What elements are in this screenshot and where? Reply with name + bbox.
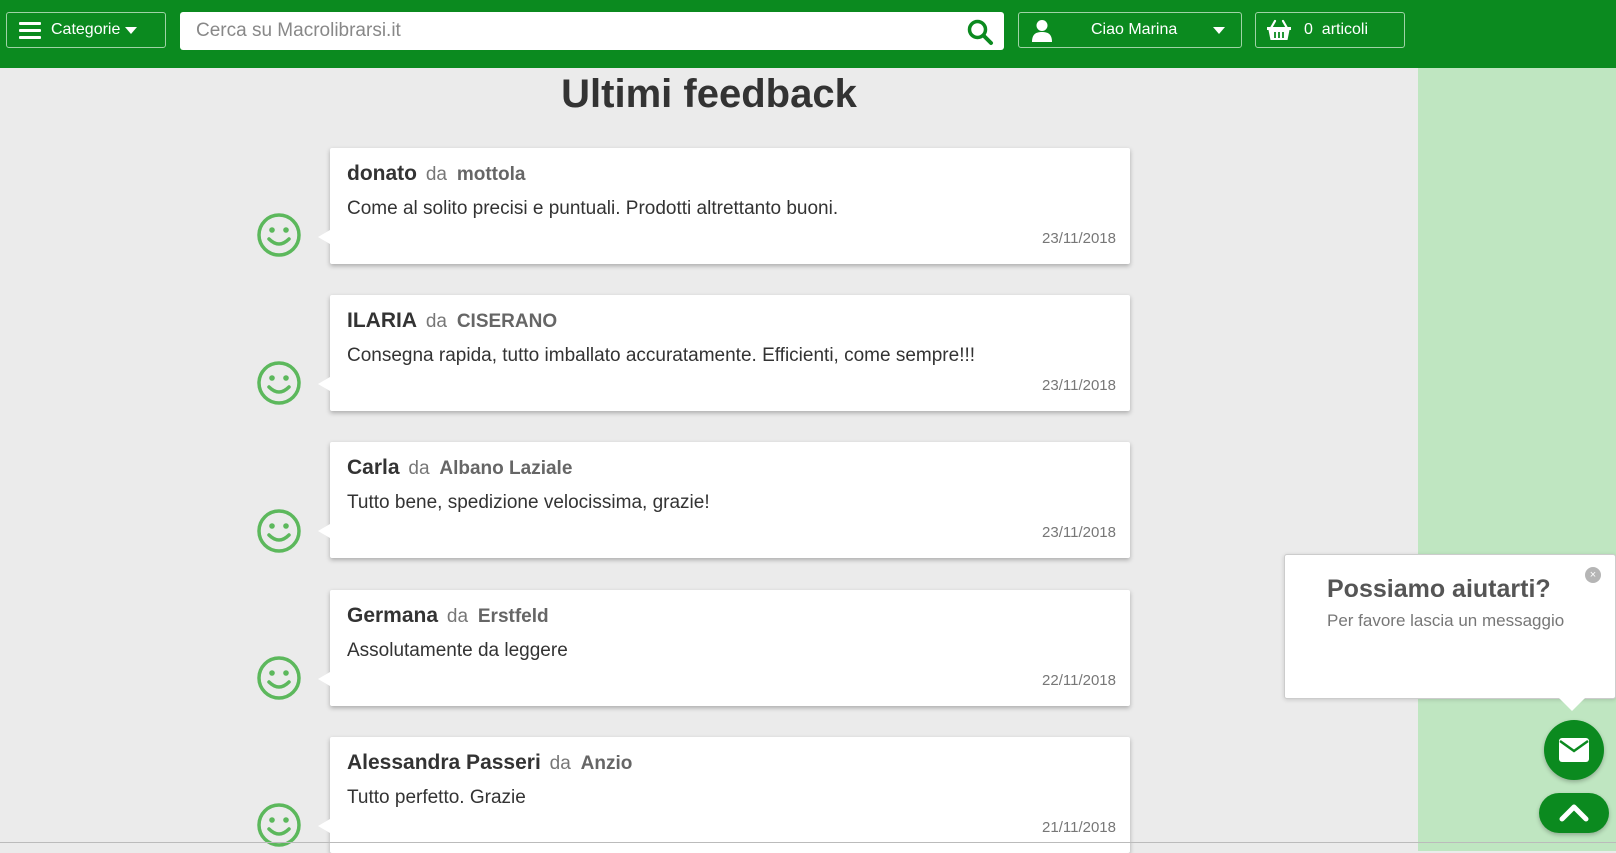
feedback-author: Carla [347, 456, 400, 479]
categories-label: Categorie [51, 21, 121, 38]
smiley-icon [256, 508, 302, 554]
scroll-top-button[interactable] [1539, 793, 1609, 833]
feedback-date: 23/11/2018 [1042, 230, 1116, 247]
cart-count: 0 articoli [1304, 21, 1369, 38]
chat-open-button[interactable] [1544, 720, 1604, 780]
chevron-up-icon [1559, 804, 1589, 822]
feedback-header: Carla da Albano Laziale [347, 456, 572, 480]
smiley-icon [256, 360, 302, 406]
feedback-city: Erstfeld [477, 606, 549, 627]
feedback-date: 23/11/2018 [1042, 524, 1116, 541]
feedback-card: donato da mottola Come al solito precisi… [318, 148, 1130, 264]
feedback-da: da [425, 311, 447, 332]
search-input[interactable] [180, 12, 940, 50]
feedback-da: da [446, 606, 469, 627]
header-bar: Categorie Ciao Marina [0, 0, 1616, 68]
page-title: Ultimi feedback [561, 72, 857, 116]
feedback-da: da [408, 458, 430, 479]
feedback-date: 23/11/2018 [1042, 377, 1116, 394]
feedback-text: Come al solito precisi e puntuali. Prodo… [347, 198, 839, 219]
chat-prompt[interactable]: × Possiamo aiutarti? Per favore lascia u… [1284, 554, 1616, 711]
page-bottom-border [0, 842, 1616, 843]
feedback-header: Germana da Erstfeld [347, 604, 549, 628]
feedback-text: Assolutamente da leggere [347, 640, 568, 661]
feedback-card: Alessandra Passeri da Anzio Tutto perfet… [318, 737, 1130, 853]
user-menu-button[interactable]: Ciao Marina [1018, 12, 1242, 48]
feedback-header: donato da mottola [347, 162, 525, 186]
categories-button[interactable]: Categorie [6, 12, 166, 48]
feedback-author: donato [347, 162, 417, 185]
chat-subtitle: Per favore lascia un messaggio [1327, 611, 1565, 630]
smiley-icon [256, 655, 302, 701]
feedback-header: ILARIA da CISERANO [347, 309, 557, 333]
feedback-da: da [549, 753, 571, 774]
feedback-da: da [425, 164, 447, 185]
caret-down-icon [1213, 27, 1225, 34]
feedback-card: Carla da Albano Laziale Tutto bene, sped… [318, 442, 1130, 558]
basket-icon [1266, 19, 1292, 46]
feedback-city: mottola [456, 164, 526, 185]
feedback-city: CISERANO [456, 311, 558, 332]
feedback-text: Tutto bene, spedizione velocissima, graz… [347, 492, 710, 513]
hamburger-icon [19, 21, 41, 39]
user-greeting: Ciao Marina [1091, 21, 1178, 38]
feedback-author: Germana [347, 604, 439, 627]
feedback-date: 21/11/2018 [1042, 819, 1116, 836]
feedback-text: Consegna rapida, tutto imballato accurat… [347, 345, 976, 366]
caret-down-icon [125, 26, 138, 34]
feedback-author: ILARIA [347, 309, 417, 332]
feedback-text: Tutto perfetto. Grazie [347, 787, 526, 808]
user-icon [1031, 19, 1053, 48]
close-icon[interactable]: × [1585, 567, 1601, 583]
feedback-card: ILARIA da CISERANO Consegna rapida, tutt… [318, 295, 1130, 411]
feedback-card: Germana da Erstfeld Assolutamente da leg… [318, 590, 1130, 706]
feedback-city: Albano Laziale [439, 458, 573, 479]
mail-icon [1559, 738, 1589, 762]
search-box [180, 12, 1004, 50]
search-icon[interactable] [966, 18, 994, 46]
feedback-header: Alessandra Passeri da Anzio [347, 751, 632, 775]
chat-title: Possiamo aiutarti? [1327, 575, 1551, 603]
feedback-date: 22/11/2018 [1042, 672, 1116, 689]
cart-button[interactable]: 0 articoli [1255, 12, 1405, 48]
smiley-icon [256, 212, 302, 258]
feedback-author: Alessandra Passeri [347, 751, 541, 774]
feedback-city: Anzio [580, 753, 633, 774]
